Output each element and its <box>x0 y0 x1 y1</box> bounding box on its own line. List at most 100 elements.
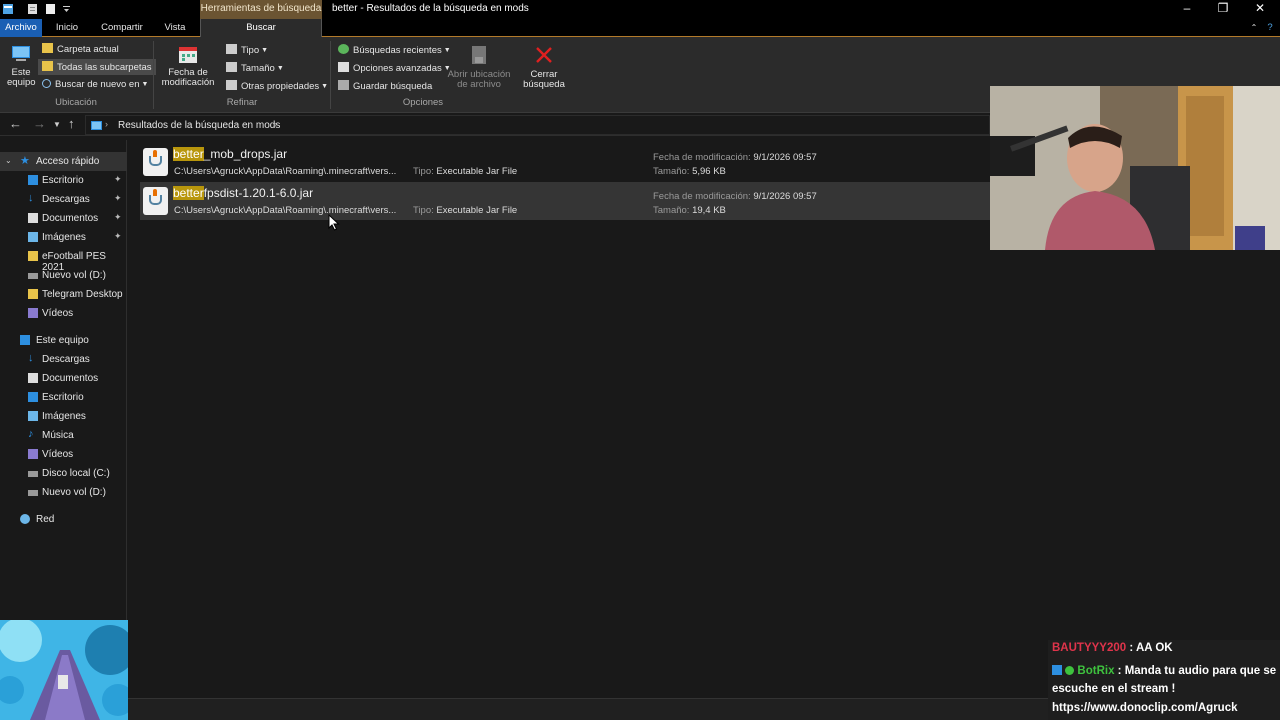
list-item[interactable]: better_mob_drops.jar C:\Users\Agruck\App… <box>140 143 1002 181</box>
chevron-down-icon[interactable]: ⌄ <box>5 156 12 165</box>
sidebar-item-pc-musica[interactable]: ♪ Música <box>0 426 127 445</box>
search-tools-context-tab: Herramientas de búsqueda <box>200 0 322 19</box>
sidebar-item-label: Música <box>42 430 74 441</box>
search-results-icon <box>91 121 102 130</box>
search-highlight: better <box>173 186 204 200</box>
sidebar-item-pc-escritorio[interactable]: Escritorio <box>0 388 127 407</box>
sidebar-item-pc-nuevo-vol[interactable]: Nuevo vol (D:) <box>0 483 127 502</box>
java-jar-icon <box>143 187 168 215</box>
abrir-ubicacion-button[interactable]: Abrir ubicación de archivo <box>446 45 512 90</box>
sidebar-item-red[interactable]: Red <box>0 510 127 529</box>
file-explorer-icon[interactable] <box>3 3 14 15</box>
back-button[interactable]: ← <box>9 116 22 131</box>
minimize-ribbon-icon[interactable]: ⌃ <box>1247 19 1261 37</box>
webcam-overlay <box>990 86 1280 250</box>
sidebar-item-escritorio[interactable]: Escritorio ✦ <box>0 171 127 190</box>
sidebar-item-videos[interactable]: Vídeos <box>0 304 127 323</box>
tab-vista[interactable]: Vista <box>160 19 190 37</box>
calendar-icon <box>179 47 197 63</box>
sidebar-item-pc-descargas[interactable]: ↓ Descargas <box>0 350 127 369</box>
ribbon-divider <box>153 41 154 109</box>
carpeta-actual-button[interactable]: Carpeta actual <box>42 43 119 55</box>
close-button[interactable]: ✕ <box>1248 1 1272 17</box>
drive-icon <box>28 490 38 496</box>
recent-locations-button[interactable]: ▼ <box>53 120 61 129</box>
tab-inicio[interactable]: Inicio <box>50 19 84 37</box>
file-name-rest: fpsdist-1.20.1-6.0.jar <box>203 186 314 200</box>
fecha-modificacion-label: Fecha de modificación <box>161 67 215 88</box>
sidebar-item-label: Disco local (C:) <box>42 468 110 479</box>
chat-text: https://www.donoclip.com/Agruck <box>1052 702 1238 714</box>
advanced-options-icon <box>338 62 349 72</box>
documents-icon <box>28 373 38 383</box>
tipo-button[interactable]: Tipo ▼ <box>226 44 268 56</box>
list-item[interactable]: betterfpsdist-1.20.1-6.0.jar C:\Users\Ag… <box>140 182 1002 220</box>
sidebar-item-nuevo-vol[interactable]: Nuevo vol (D:) <box>0 266 127 285</box>
buscar-de-nuevo-label: Buscar de nuevo en <box>55 79 140 90</box>
game-thumbnail <box>0 620 128 720</box>
opciones-avanzadas-button[interactable]: Opciones avanzadas ▼ <box>338 62 451 74</box>
otras-propiedades-button[interactable]: Otras propiedades ▼ <box>226 80 328 92</box>
forward-button[interactable]: → <box>33 116 46 131</box>
size-key: Tamaño: <box>653 205 690 216</box>
guardar-busqueda-button[interactable]: Guardar búsqueda <box>338 80 432 92</box>
new-folder-icon[interactable] <box>45 3 56 15</box>
sidebar-item-label: Este equipo <box>36 335 89 346</box>
properties-icon[interactable] <box>27 3 38 15</box>
sidebar-item-label: Imágenes <box>42 232 86 243</box>
tab-buscar[interactable]: Buscar <box>200 19 322 38</box>
size-value: 19,4 KB <box>692 205 726 216</box>
chat-message: BotRix : Manda tu audio para que se <box>1052 665 1276 677</box>
restore-button[interactable]: ❐ <box>1211 1 1235 17</box>
sidebar-item-disco-c[interactable]: Disco local (C:) <box>0 464 127 483</box>
todas-subcarpetas-button[interactable]: Todas las subcarpetas <box>38 59 156 75</box>
sidebar-item-este-equipo[interactable]: Este equipo <box>0 331 127 350</box>
tamano-button[interactable]: Tamaño ▼ <box>226 62 284 74</box>
tab-archivo[interactable]: Archivo <box>0 19 42 37</box>
sidebar-item-documentos[interactable]: Documentos ✦ <box>0 209 127 228</box>
sidebar-item-label: Documentos <box>42 213 99 224</box>
sidebar-item-label: Imágenes <box>42 411 86 422</box>
breadcrumb-chevron-icon[interactable]: › <box>105 119 108 129</box>
sidebar-item-efootball[interactable]: eFootball PES 2021 <box>0 247 127 273</box>
sidebar-item-descargas[interactable]: ↓ Descargas ✦ <box>0 190 127 209</box>
mouse-cursor-icon <box>328 214 340 231</box>
type-key: Tipo: <box>413 166 434 177</box>
cerrar-busqueda-label: Cerrar búsqueda <box>523 69 565 90</box>
todas-subcarpetas-label: Todas las subcarpetas <box>57 62 152 73</box>
tipo-label: Tipo <box>241 45 260 56</box>
sidebar-item-telegram[interactable]: Telegram Desktop <box>0 285 127 304</box>
pin-icon: ✦ <box>114 231 122 241</box>
breadcrumb-chevron-icon[interactable]: › <box>274 119 277 129</box>
cerrar-busqueda-button[interactable]: Cerrar búsqueda <box>518 45 570 90</box>
sidebar-item-pc-videos[interactable]: Vídeos <box>0 445 127 464</box>
file-size: Tamaño: 5,96 KB <box>653 166 726 177</box>
sidebar-item-acceso-rapido[interactable]: ⌄ ★ Acceso rápido <box>0 152 127 171</box>
close-search-icon <box>536 47 552 63</box>
refinar-group-label: Refinar <box>226 97 258 108</box>
type-icon <box>226 44 237 54</box>
sidebar-item-pc-documentos[interactable]: Documentos <box>0 369 127 388</box>
search-highlight: better <box>173 147 204 161</box>
file-type: Tipo: Executable Jar File <box>413 205 517 216</box>
quick-access-dropdown-icon[interactable] <box>62 3 71 15</box>
busquedas-recientes-button[interactable]: Búsquedas recientes ▼ <box>338 44 451 56</box>
tab-compartir[interactable]: Compartir <box>96 19 148 37</box>
breadcrumb-current[interactable]: Resultados de la búsqueda en mods <box>118 120 280 131</box>
up-button[interactable]: ↑ <box>68 116 75 131</box>
documents-icon <box>28 213 38 223</box>
date-value: 9/1/2026 09:57 <box>753 152 817 163</box>
sidebar-item-label: Telegram Desktop <box>42 289 123 300</box>
sidebar-item-label: Escritorio <box>42 392 84 403</box>
sidebar-item-imagenes[interactable]: Imágenes ✦ <box>0 228 127 247</box>
minimize-button[interactable]: – <box>1175 1 1199 17</box>
help-icon[interactable]: ? <box>1263 19 1277 37</box>
address-field[interactable]: › Resultados de la búsqueda en mods › <box>85 115 990 135</box>
size-value: 5,96 KB <box>692 166 726 177</box>
network-icon <box>20 514 30 524</box>
sidebar-item-pc-imagenes[interactable]: Imágenes <box>0 407 127 426</box>
este-equipo-button[interactable]: Este equipo <box>3 43 39 88</box>
sidebar-item-label: Descargas <box>42 354 90 365</box>
buscar-de-nuevo-button[interactable]: Buscar de nuevo en ▼ <box>42 79 148 90</box>
fecha-modificacion-button[interactable]: Fecha de modificación <box>157 45 219 88</box>
